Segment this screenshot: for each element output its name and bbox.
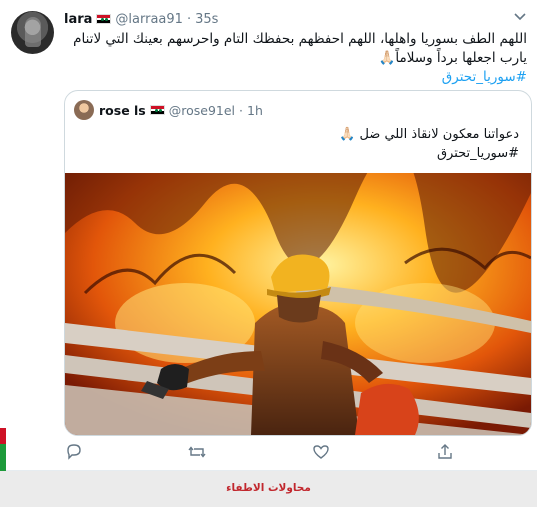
- quoted-hashtag[interactable]: #سوريا_تحترق: [89, 144, 519, 163]
- quoted-text: دعواتنا معكون لانقاذ اللي ضل 🙏🏻 #سوريا_ت…: [89, 125, 519, 163]
- footer-link[interactable]: محاولات الاطفاء: [0, 482, 537, 494]
- quoted-header: rose ls @rose91el · 1h: [99, 101, 263, 119]
- display-name[interactable]: lara: [64, 12, 92, 27]
- syria-flag-icon: [149, 105, 165, 115]
- quoted-avatar[interactable]: [74, 100, 94, 120]
- tweet-text: اللهم الطف بسوريا واهلها، اللهم احفظهم ب…: [67, 30, 527, 87]
- separator-dot: ·: [239, 102, 244, 118]
- quoted-timestamp[interactable]: 1h: [247, 103, 263, 118]
- footer-bar: محاولات الاطفاء: [0, 471, 537, 507]
- syria-flag-icon: [96, 14, 112, 24]
- quoted-tweet[interactable]: rose ls @rose91el · 1h دعواتنا معكون لان…: [64, 90, 532, 436]
- firefighter-photo[interactable]: [65, 173, 531, 435]
- avatar[interactable]: [11, 11, 54, 54]
- quoted-body: دعواتنا معكون لانقاذ اللي ضل 🙏🏻: [339, 127, 519, 142]
- retweet-icon[interactable]: [187, 442, 207, 462]
- tweet-header: lara @larraa91 · 35s: [64, 10, 218, 28]
- share-icon[interactable]: [435, 442, 455, 462]
- tweet-actions: [64, 442, 530, 464]
- tweet[interactable]: lara @larraa91 · 35s اللهم الطف بسوريا و…: [0, 0, 537, 471]
- separator-dot: ·: [186, 11, 192, 27]
- reply-icon[interactable]: [64, 442, 84, 462]
- chevron-down-icon[interactable]: [514, 12, 526, 22]
- quoted-handle[interactable]: @rose91el: [169, 103, 235, 118]
- tweet-body: اللهم الطف بسوريا واهلها، اللهم احفظهم ب…: [73, 31, 527, 66]
- user-handle[interactable]: @larraa91: [115, 12, 183, 27]
- like-icon[interactable]: [311, 442, 331, 462]
- hashtag-link[interactable]: #سوريا_تحترق: [67, 68, 527, 87]
- quoted-display-name[interactable]: rose ls: [99, 103, 146, 118]
- timestamp[interactable]: 35s: [195, 12, 218, 27]
